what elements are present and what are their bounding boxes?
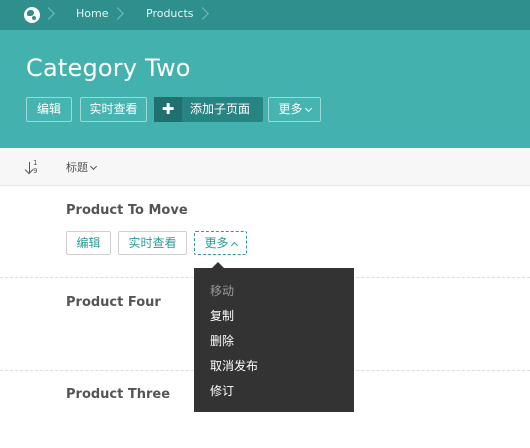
row-title[interactable]: Product To Move [66, 203, 188, 218]
more-button-label: 更多 [278, 102, 303, 116]
menu-item-delete[interactable]: 删除 [210, 332, 234, 349]
sort-digits: 19 [33, 159, 38, 175]
plus-icon: ✚ [154, 97, 182, 122]
chevron-up-icon [230, 241, 238, 250]
chevron-right-icon [196, 7, 209, 20]
column-title-header[interactable]: 标题 [66, 159, 98, 175]
breadcrumb: Home Products [0, 0, 530, 30]
edit-button-label: 编辑 [36, 102, 61, 116]
chevron-down-icon [89, 162, 98, 171]
column-title-label: 标题 [66, 161, 88, 174]
sort-numeric-icon[interactable]: 19 [28, 159, 42, 175]
list-item: Product To Move 编辑 实时查看 更多 [0, 186, 530, 278]
breadcrumb-products[interactable]: Products [146, 7, 194, 20]
more-button[interactable]: 更多 [268, 97, 321, 122]
menu-item-unpublish[interactable]: 取消发布 [210, 357, 258, 374]
globe-icon[interactable] [24, 7, 40, 23]
chevron-down-icon [304, 104, 312, 113]
row-live-view-label: 实时查看 [128, 236, 177, 250]
row-more-button[interactable]: 更多 [194, 231, 247, 255]
add-child-page-label: 添加子页面 [190, 102, 251, 116]
list-header: 19 标题 [0, 148, 530, 186]
row-title[interactable]: Product Four [66, 295, 161, 310]
edit-button[interactable]: 编辑 [26, 97, 72, 122]
live-view-button-label: 实时查看 [89, 102, 138, 116]
more-actions-menu: 移动 复制 删除 取消发布 修订 [194, 262, 354, 412]
menu-item-copy[interactable]: 复制 [210, 307, 234, 324]
live-view-button[interactable]: 实时查看 [80, 97, 147, 122]
row-more-label: 更多 [204, 236, 229, 250]
row-edit-label: 编辑 [76, 236, 101, 250]
chevron-right-icon [42, 7, 55, 20]
sort-arrow [29, 162, 30, 173]
row-live-view-button[interactable]: 实时查看 [118, 231, 187, 255]
menu-item-move: 移动 [210, 284, 235, 298]
add-child-page-button[interactable]: ✚ 添加子页面 [154, 97, 263, 122]
row-edit-button[interactable]: 编辑 [66, 231, 111, 255]
page-header: Category Two 编辑 实时查看 ✚ 添加子页面 更多 [0, 30, 530, 148]
chevron-right-icon [111, 7, 124, 20]
page-title: Category Two [26, 54, 191, 82]
breadcrumb-home[interactable]: Home [76, 7, 108, 20]
row-title[interactable]: Product Three [66, 387, 170, 402]
menu-item-revisions[interactable]: 修订 [210, 382, 234, 399]
